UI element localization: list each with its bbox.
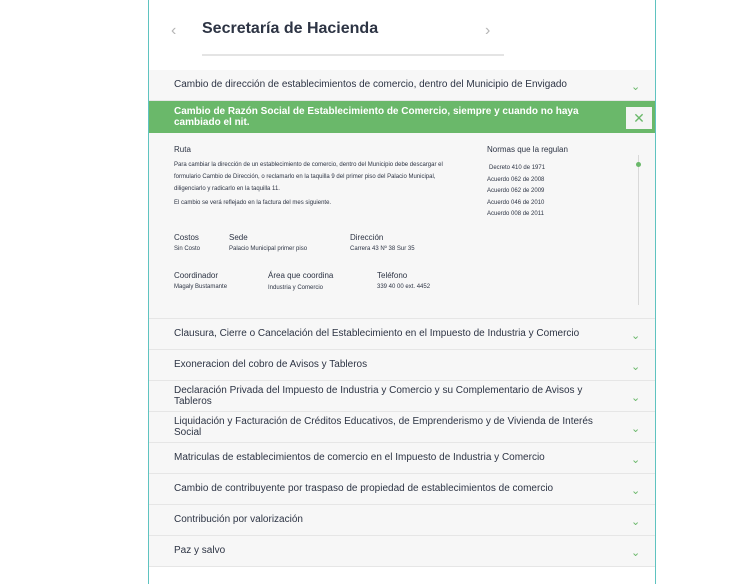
normas-list: Decreto 410 de 1971 Acuerdo 062 de 2008 … xyxy=(487,163,597,221)
area-value: Industria y Comercio xyxy=(268,285,324,291)
chevron-down-icon: ⌄ xyxy=(631,547,641,559)
scrollbar-track[interactable] xyxy=(638,155,639,305)
accordion-item-label: Paz y salvo xyxy=(174,545,226,556)
accordion-item[interactable]: Contribución por valorización ⌄ xyxy=(149,505,655,536)
costos-value: Sin Costo xyxy=(174,246,201,252)
chevron-down-icon: ⌄ xyxy=(631,330,641,342)
list-item: Acuerdo 046 de 2010 xyxy=(487,199,545,206)
accordion-item-label: Declaración Privada del Impuesto de Indu… xyxy=(174,385,583,407)
ruta-note: El cambio se verá reflejado en la factur… xyxy=(174,200,332,206)
sede-label: Sede xyxy=(229,233,248,242)
accordion-item[interactable]: Paz y salvo ⌄ xyxy=(149,536,655,567)
accordion-item-label: Contribución por valorización xyxy=(174,514,303,525)
coordinador-value: Magaly Bustamante xyxy=(174,284,228,290)
accordion-item[interactable]: Liquidación y Facturación de Créditos Ed… xyxy=(149,412,655,443)
accordion-item-label: Cambio de Razón Social de Establecimient… xyxy=(174,106,579,128)
area-label: Área que coordina xyxy=(268,271,334,280)
accordion-item[interactable]: Cambio de contribuyente por traspaso de … xyxy=(149,474,655,505)
content-panel: ‹ Secretaría de Hacienda › Cambio de dir… xyxy=(148,0,656,584)
coordinador-label: Coordinador xyxy=(174,271,219,280)
close-icon[interactable]: ✕ xyxy=(626,107,652,129)
chevron-right-icon[interactable]: › xyxy=(485,22,499,42)
accordion: Cambio de dirección de establecimientos … xyxy=(149,70,655,567)
title-underline xyxy=(202,54,504,56)
accordion-item-label: Matriculas de establecimientos de comerc… xyxy=(174,452,545,463)
accordion-item[interactable]: Declaración Privada del Impuesto de Indu… xyxy=(149,381,655,412)
chevron-down-icon: ⌄ xyxy=(631,81,641,93)
chevron-down-icon: ⌄ xyxy=(631,392,641,404)
accordion-item-detail: Ruta Para cambiar la dirección de un est… xyxy=(149,133,655,319)
chevron-down-icon: ⌄ xyxy=(631,516,641,528)
accordion-item[interactable]: Clausura, Cierre o Cancelación del Estab… xyxy=(149,319,655,350)
direccion-label: Dirección xyxy=(350,233,384,242)
accordion-item[interactable]: Matriculas de establecimientos de comerc… xyxy=(149,443,655,474)
accordion-item-label: Cambio de dirección de establecimientos … xyxy=(174,79,567,90)
ruta-label: Ruta xyxy=(174,145,191,154)
page-title: Secretaría de Hacienda xyxy=(202,20,379,37)
ruta-text: Para cambiar la dirección de un establec… xyxy=(174,162,443,192)
list-item: Decreto 410 de 1971 xyxy=(489,165,546,171)
chevron-down-icon: ⌄ xyxy=(631,454,641,466)
chevron-down-icon: ⌄ xyxy=(631,361,641,373)
list-item: Acuerdo 008 de 2011 xyxy=(487,211,544,217)
telefono-label: Teléfono xyxy=(377,271,408,280)
header: ‹ Secretaría de Hacienda › xyxy=(149,0,655,70)
accordion-item-label: Exoneracion del cobro de Avisos y Tabler… xyxy=(174,359,368,370)
telefono-value: 339 40 00 ext. 4452 xyxy=(377,284,431,290)
accordion-item-label: Clausura, Cierre o Cancelación del Estab… xyxy=(174,328,580,339)
list-item: Acuerdo 062 de 2008 xyxy=(487,176,545,183)
accordion-item-open[interactable]: Cambio de Razón Social de Establecimient… xyxy=(149,101,655,133)
chevron-down-icon: ⌄ xyxy=(631,423,641,435)
sede-value: Palacio Municipal primer piso xyxy=(229,246,308,252)
costos-label: Costos xyxy=(174,233,199,242)
normas-label: Normas que la regulan xyxy=(487,145,568,154)
direccion-value: Carrera 43 Nº 38 Sur 35 xyxy=(350,246,415,252)
scrollbar-thumb[interactable] xyxy=(636,162,641,167)
accordion-item-label: Cambio de contribuyente por traspaso de … xyxy=(174,483,554,494)
accordion-item[interactable]: Exoneracion del cobro de Avisos y Tabler… xyxy=(149,350,655,381)
chevron-down-icon: ⌄ xyxy=(631,485,641,497)
accordion-item[interactable]: Cambio de dirección de establecimientos … xyxy=(149,70,655,101)
chevron-left-icon[interactable]: ‹ xyxy=(171,22,185,42)
list-item: Acuerdo 062 de 2009 xyxy=(487,188,545,194)
accordion-item-label: Liquidación y Facturación de Créditos Ed… xyxy=(174,416,593,438)
